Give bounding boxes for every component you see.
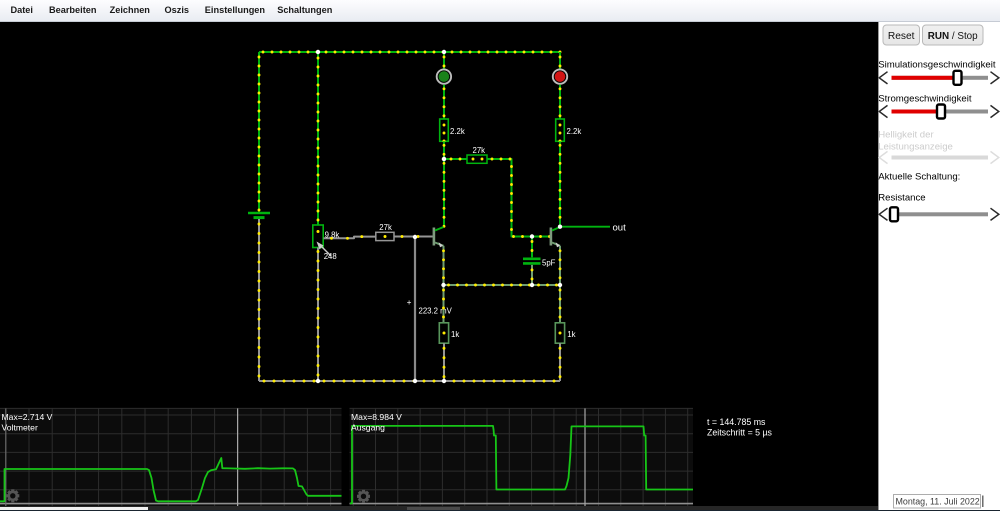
svg-text:Simulationsgeschwindigkeit: Simulationsgeschwindigkeit — [878, 60, 996, 71]
svg-text:+: + — [407, 298, 412, 307]
svg-text:9.8k: 9.8k — [325, 231, 340, 240]
svg-text:Leistungsanzeige: Leistungsanzeige — [878, 141, 953, 152]
svg-text:5pF: 5pF — [542, 258, 556, 267]
svg-text:2.2k: 2.2k — [450, 127, 465, 136]
svg-text:Helligkeit der: Helligkeit der — [878, 129, 934, 140]
svg-text:Max=8.984 V: Max=8.984 V — [351, 412, 402, 422]
svg-text:Aktuelle Schaltung:: Aktuelle Schaltung: — [878, 172, 960, 183]
svg-text:Voltmeter: Voltmeter — [2, 423, 38, 433]
svg-text:Resistance: Resistance — [878, 192, 925, 203]
svg-text:RUN / Stop: RUN / Stop — [928, 31, 978, 42]
svg-text:Zeitschritt = 5 µs: Zeitschritt = 5 µs — [707, 428, 773, 438]
svg-text:223.2 mV: 223.2 mV — [419, 306, 453, 315]
svg-text:t = 144.785 ms: t = 144.785 ms — [707, 417, 766, 427]
svg-text:1k: 1k — [567, 330, 575, 339]
svg-text:out: out — [613, 223, 627, 234]
svg-text:Montag, 11. Juli 2022: Montag, 11. Juli 2022 — [896, 496, 980, 506]
svg-text:Reset: Reset — [888, 31, 915, 42]
svg-text:27k: 27k — [473, 146, 486, 155]
svg-text:1k: 1k — [451, 330, 459, 339]
svg-text:2.2k: 2.2k — [567, 127, 582, 136]
svg-text:Max=2.714 V: Max=2.714 V — [2, 412, 53, 422]
svg-text:Stromgeschwindigkeit: Stromgeschwindigkeit — [878, 94, 972, 105]
svg-text:248: 248 — [324, 252, 337, 261]
svg-text:27k: 27k — [379, 223, 392, 232]
svg-text:Ausgang: Ausgang — [351, 423, 385, 433]
